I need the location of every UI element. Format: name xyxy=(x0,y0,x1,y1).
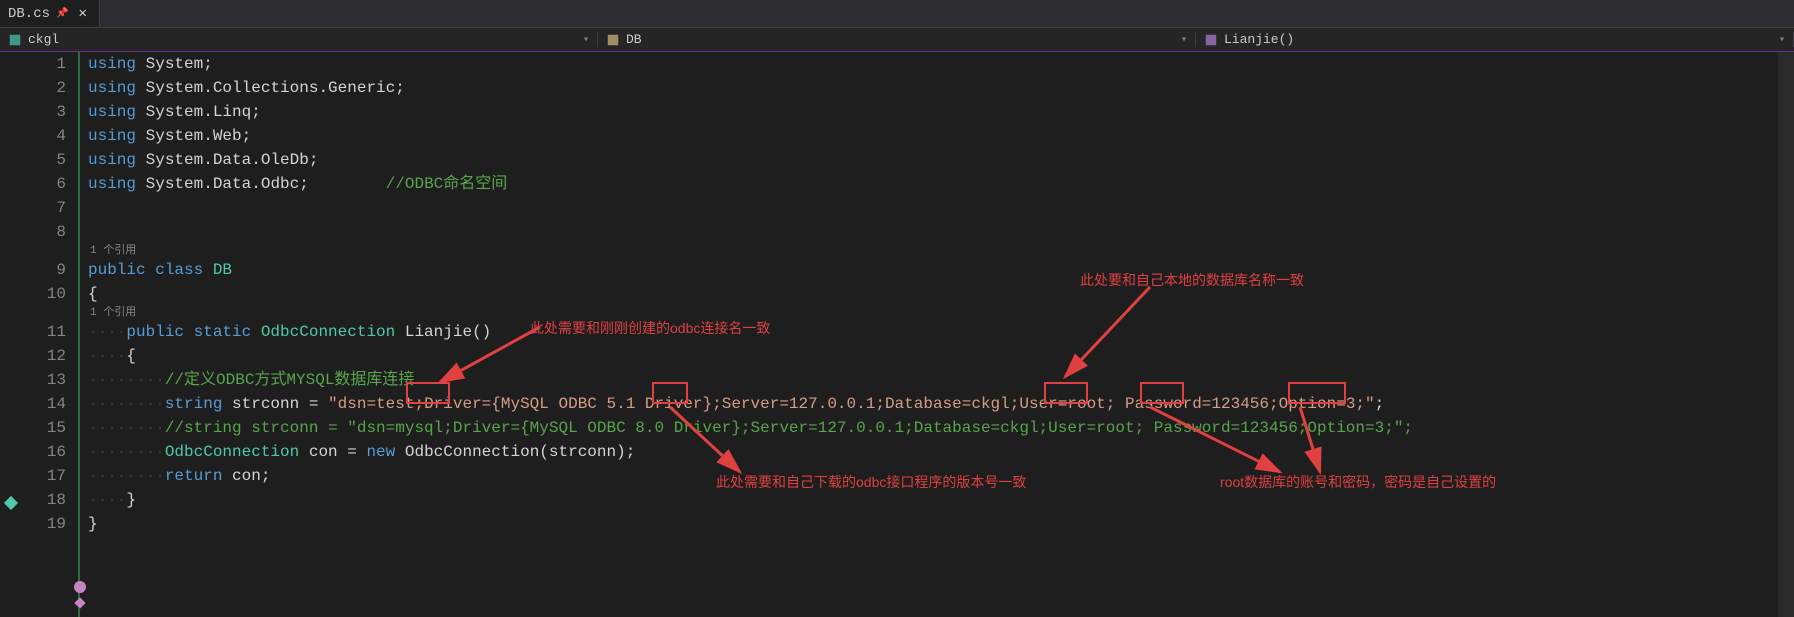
code-line: ········OdbcConnection con = new OdbcCon… xyxy=(88,440,1794,464)
file-tab[interactable]: DB.cs 📌 ✕ xyxy=(0,0,100,27)
nav-class[interactable]: DB ▾ xyxy=(598,32,1196,47)
line-gutter: 1 2 3 4 5 6 7 8 9 10 11 12 13 14 15 16 1… xyxy=(20,52,80,617)
margin xyxy=(0,52,20,617)
code-line: using System.Linq; xyxy=(88,100,1794,124)
codelens-spacer xyxy=(20,244,66,258)
code-line xyxy=(88,196,1794,220)
line-number: 17 xyxy=(20,464,66,488)
chevron-down-icon: ▾ xyxy=(583,34,589,46)
code-line: ····} xyxy=(88,488,1794,512)
line-number: 4 xyxy=(20,124,66,148)
line-number: 7 xyxy=(20,196,66,220)
chevron-down-icon: ▾ xyxy=(1181,34,1187,46)
line-number: 8 xyxy=(20,220,66,244)
line-number: 15 xyxy=(20,416,66,440)
nav-namespace-label: ckgl xyxy=(28,32,59,47)
line-number: 2 xyxy=(20,76,66,100)
breakpoint-marker-icon[interactable] xyxy=(74,581,86,593)
line-number: 10 xyxy=(20,282,66,306)
code-line: ········string strconn = "dsn=test;Drive… xyxy=(88,392,1794,416)
code-line: using System.Data.Odbc; //ODBC命名空间 xyxy=(88,172,1794,196)
code-line: using System.Web; xyxy=(88,124,1794,148)
vertical-scrollbar[interactable] xyxy=(1778,52,1794,617)
namespace-icon xyxy=(8,33,22,47)
line-number: 16 xyxy=(20,440,66,464)
editor[interactable]: 1 2 3 4 5 6 7 8 9 10 11 12 13 14 15 16 1… xyxy=(0,52,1794,617)
tab-bar: DB.cs 📌 ✕ xyxy=(0,0,1794,28)
nav-class-label: DB xyxy=(626,32,642,47)
line-number: 14 xyxy=(20,392,66,416)
navigation-bar: ckgl ▾ DB ▾ Lianjie() ▾ xyxy=(0,28,1794,52)
code-line: ········return con; xyxy=(88,464,1794,488)
code-line: ····public static OdbcConnection Lianjie… xyxy=(88,320,1794,344)
nav-method-label: Lianjie() xyxy=(1224,32,1294,47)
line-number: 13 xyxy=(20,368,66,392)
code-line: using System.Data.OleDb; xyxy=(88,148,1794,172)
method-icon xyxy=(1204,33,1218,47)
line-number: 1 xyxy=(20,52,66,76)
codelens[interactable]: 1 个引用 xyxy=(88,306,1794,320)
code-content[interactable]: using System; using System.Collections.G… xyxy=(80,52,1794,617)
nav-method[interactable]: Lianjie() ▾ xyxy=(1196,32,1794,47)
code-line: ····{ xyxy=(88,344,1794,368)
close-icon[interactable]: ✕ xyxy=(74,5,90,22)
line-number: 18 xyxy=(20,488,66,512)
line-number: 5 xyxy=(20,148,66,172)
line-number: 6 xyxy=(20,172,66,196)
codelens-spacer xyxy=(20,306,66,320)
code-line: using System; xyxy=(88,52,1794,76)
code-line: public class DB xyxy=(88,258,1794,282)
code-line: { xyxy=(88,282,1794,306)
code-line: ········//string strconn = "dsn=mysql;Dr… xyxy=(88,416,1794,440)
line-number: 3 xyxy=(20,100,66,124)
class-icon xyxy=(606,33,620,47)
code-line: using System.Collections.Generic; xyxy=(88,76,1794,100)
code-line: } xyxy=(88,512,1794,536)
tab-filename: DB.cs xyxy=(8,6,50,22)
line-number: 19 xyxy=(20,512,66,536)
line-number: 11 xyxy=(20,320,66,344)
codelens[interactable]: 1 个引用 xyxy=(88,244,1794,258)
pin-icon[interactable]: 📌 xyxy=(56,8,68,20)
nav-namespace[interactable]: ckgl ▾ xyxy=(0,32,598,47)
chevron-down-icon: ▾ xyxy=(1779,34,1785,46)
code-line: ········//定义ODBC方式MYSQL数据库连接 xyxy=(88,368,1794,392)
code-line xyxy=(88,220,1794,244)
line-number: 12 xyxy=(20,344,66,368)
line-number: 9 xyxy=(20,258,66,282)
